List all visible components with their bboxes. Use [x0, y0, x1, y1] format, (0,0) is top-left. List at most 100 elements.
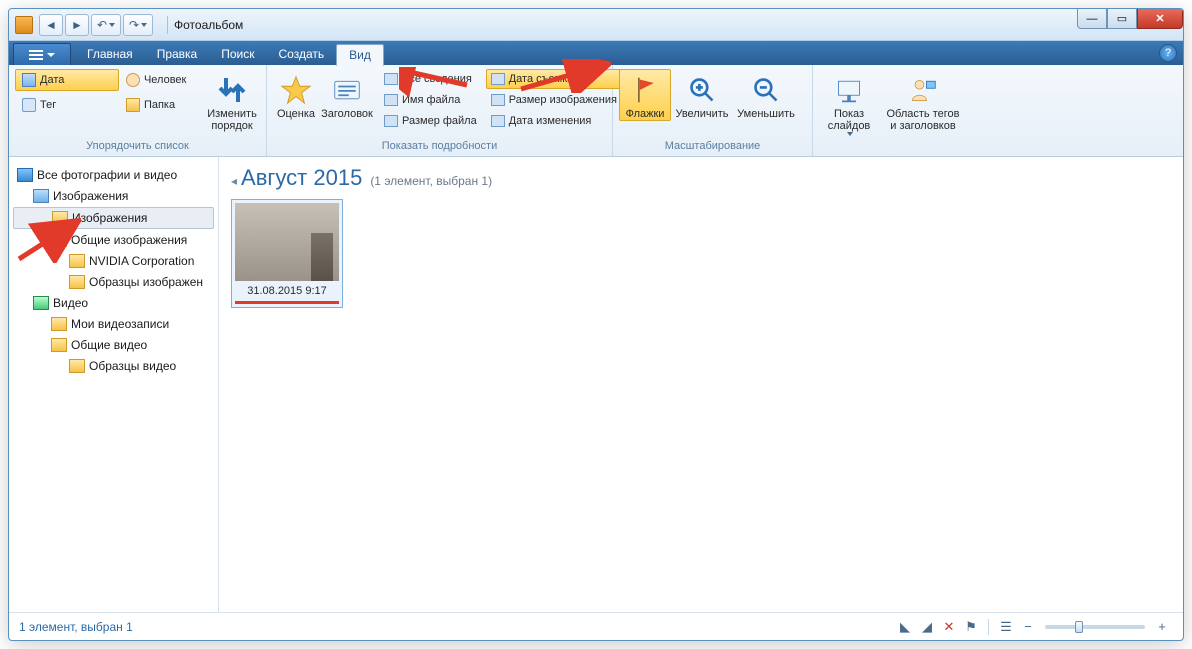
titlebar-separator [167, 16, 168, 34]
slideshow-button[interactable]: Показ слайдов [819, 69, 879, 137]
tree-all-photos[interactable]: Все фотографии и видео [13, 165, 214, 185]
arrange-group-label: Упорядочить список [15, 140, 260, 156]
folder-icon [51, 338, 67, 352]
details-view-button[interactable]: ☰ [995, 617, 1017, 637]
tagpane-button[interactable]: Область тегов и заголовков [879, 69, 967, 133]
video-icon [33, 296, 49, 310]
tree-videos-label: Видео [53, 296, 88, 310]
tagpane-label: Область тегов и заголовков [887, 108, 960, 132]
rotate-left-button[interactable]: ◣ [894, 617, 916, 637]
folder-icon [51, 233, 67, 247]
minimize-button[interactable]: — [1077, 9, 1107, 29]
caption-button[interactable]: Заголовок [319, 69, 375, 121]
detail-image-size-label: Размер изображения [509, 94, 617, 106]
flags-label: Флажки [626, 108, 665, 120]
slider-knob[interactable] [1075, 621, 1083, 633]
file-tab[interactable] [13, 43, 71, 65]
arrange-folder[interactable]: Папка [119, 94, 204, 116]
tree-samples-img[interactable]: Образцы изображен [13, 272, 214, 292]
flags-button[interactable]: Флажки [619, 69, 671, 121]
zoom-in-small-button[interactable]: + [1151, 617, 1173, 637]
tree-public-images[interactable]: Общие изображения [13, 230, 214, 250]
detail-filesize[interactable]: Размер файла [379, 111, 482, 131]
maximize-button[interactable]: ▭ [1107, 9, 1137, 29]
reorder-label: Изменить порядок [207, 108, 257, 132]
tab-home[interactable]: Главная [75, 43, 145, 65]
delete-button[interactable]: ✕ [938, 617, 960, 637]
zoom-out-label: Уменьшить [737, 108, 795, 120]
tree-samples-vid-label: Образцы видео [89, 359, 176, 373]
reorder-button[interactable]: Изменить порядок [204, 69, 260, 133]
zoom-in-button[interactable]: Увеличить [671, 69, 733, 121]
close-button[interactable]: ✕ [1137, 9, 1183, 29]
tree-public-videos[interactable]: Общие видео [13, 335, 214, 355]
rating-label: Оценка [277, 108, 315, 120]
photo-thumbnail[interactable]: 31.08.2015 9:17 [231, 199, 343, 308]
tab-create[interactable]: Создать [267, 43, 337, 65]
detail-filename-label: Имя файла [402, 94, 460, 106]
dropdown-icon [847, 132, 853, 136]
arrange-tag[interactable]: Тег [15, 94, 119, 116]
ribbon-group-misc: Показ слайдов Область тегов и заголовков [813, 65, 973, 156]
tree-images-sub[interactable]: Изображения [13, 207, 214, 229]
detail-image-size[interactable]: Размер изображения [486, 90, 622, 110]
detail-icon [491, 94, 505, 106]
tree-images-label: Изображения [53, 189, 128, 203]
nav-back-button[interactable]: ◄ [39, 14, 63, 36]
details-group-label: Показать подробности [273, 140, 606, 156]
gallery-icon [17, 168, 33, 182]
tree-images[interactable]: Изображения [13, 186, 214, 206]
slideshow-label: Показ слайдов [828, 108, 871, 132]
menu-icon [29, 50, 43, 60]
flag-button[interactable]: ⚑ [960, 617, 982, 637]
help-button[interactable]: ? [1159, 44, 1177, 62]
tree-samples-vid[interactable]: Образцы видео [13, 356, 214, 376]
arrange-date[interactable]: Дата [15, 69, 119, 91]
zoom-in-icon [686, 74, 718, 106]
arrange-folder-label: Папка [144, 99, 175, 111]
nav-buttons: ◄ ► ↶ ↷ [39, 14, 153, 36]
detail-all-label: Все сведения [402, 73, 472, 85]
group-header: ◂ Август 2015 (1 элемент, выбран 1) [231, 165, 1171, 191]
detail-icon [384, 73, 398, 85]
main-area: Все фотографии и видео Изображения Изобр… [9, 157, 1183, 612]
nav-undo-button[interactable]: ↶ [91, 14, 121, 36]
folder-icon [51, 317, 67, 331]
reorder-icon [216, 74, 248, 106]
group-name[interactable]: Август 2015 [241, 165, 362, 191]
tab-view[interactable]: Вид [336, 44, 384, 66]
arrange-person[interactable]: Человек [119, 69, 204, 91]
detail-filename[interactable]: Имя файла [379, 90, 482, 110]
zoom-slider[interactable] [1045, 625, 1145, 629]
zoom-out-small-button[interactable]: − [1017, 617, 1039, 637]
rotate-right-button[interactable]: ◢ [916, 617, 938, 637]
tree-nvidia-label: NVIDIA Corporation [89, 254, 194, 268]
detail-date-taken-label: Дата съемки [509, 73, 573, 85]
tree-my-videos[interactable]: Мои видеозаписи [13, 314, 214, 334]
ribbon-group-details: Оценка Заголовок Все сведения Имя файла … [267, 65, 613, 156]
detail-date-modified[interactable]: Дата изменения [486, 111, 622, 131]
tree-nvidia[interactable]: NVIDIA Corporation [13, 251, 214, 271]
tab-edit[interactable]: Правка [145, 43, 210, 65]
titlebar: ◄ ► ↶ ↷ Фотоальбом — ▭ ✕ [9, 9, 1183, 41]
zoom-out-icon [750, 74, 782, 106]
folder-icon [52, 211, 68, 225]
detail-date-taken[interactable]: Дата съемки [486, 69, 622, 89]
tree-videos[interactable]: Видео [13, 293, 214, 313]
annotation-underline [235, 301, 339, 304]
ribbon-group-arrange: Дата Тег Человек Папка Изменить порядок … [9, 65, 267, 156]
detail-all[interactable]: Все сведения [379, 69, 482, 89]
nav-redo-button[interactable]: ↷ [123, 14, 153, 36]
rating-button[interactable]: Оценка [273, 69, 319, 121]
thumbnail-image [235, 203, 339, 281]
ribbon: Дата Тег Человек Папка Изменить порядок … [9, 65, 1183, 157]
arrange-person-label: Человек [144, 74, 186, 86]
zoom-out-button[interactable]: Уменьшить [733, 69, 799, 121]
tree-samples-img-label: Образцы изображен [89, 275, 203, 289]
nav-forward-button[interactable]: ► [65, 14, 89, 36]
collapse-icon[interactable]: ◂ [231, 174, 237, 188]
tab-find[interactable]: Поиск [209, 43, 266, 65]
tree-public-videos-label: Общие видео [71, 338, 147, 352]
group-count: (1 элемент, выбран 1) [370, 174, 492, 188]
detail-date-modified-label: Дата изменения [509, 115, 592, 127]
